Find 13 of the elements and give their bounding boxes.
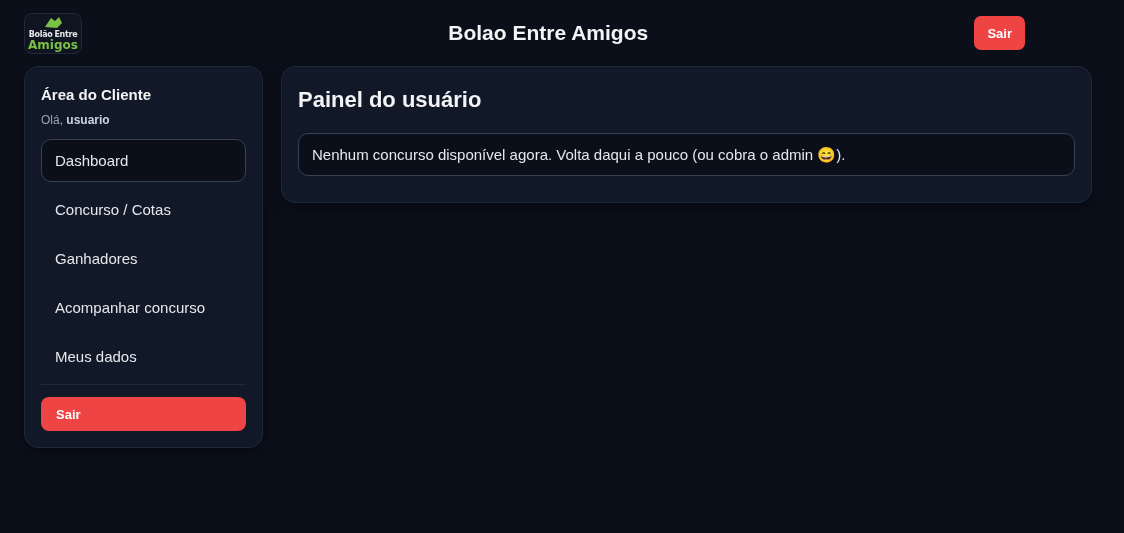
nav-item[interactable]: Meus dados [41, 335, 246, 378]
info-message: Nenhum concurso disponível agora. Volta daqui a pouco (ou cobra o admin 😄). [298, 133, 1075, 176]
nav-item[interactable]: Dashboard [41, 139, 246, 182]
nav-item[interactable]: Acompanhar concurso [41, 286, 246, 329]
app-title: Bolao Entre Amigos [447, 21, 650, 45]
logo: Bolão Entre Amigos [24, 12, 82, 54]
nav-item[interactable]: Concurso / Cotas [41, 188, 246, 231]
panel-title: Painel do usuário [298, 87, 483, 113]
greeting: Olá, usuario [41, 113, 111, 127]
logout-button[interactable]: Sair [41, 397, 246, 431]
sidebar-title: Área do Cliente [41, 86, 153, 103]
nav-item[interactable]: Ganhadores [41, 237, 246, 280]
logout-button[interactable]: Sair [974, 16, 1025, 50]
